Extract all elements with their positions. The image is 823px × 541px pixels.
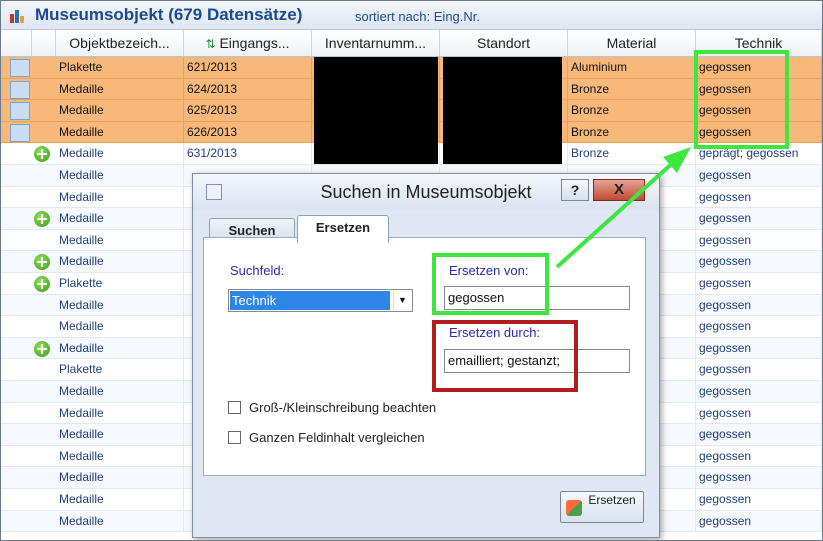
row-selector[interactable] bbox=[10, 80, 30, 99]
highlight-ersetzen-durch bbox=[432, 320, 578, 392]
cell-objektbezeichnung[interactable]: Plakette bbox=[56, 57, 184, 78]
row-selector[interactable] bbox=[10, 102, 30, 121]
dialog-title-bar: Suchen in Museumsobjekt ? X bbox=[193, 174, 659, 210]
cell-material[interactable]: Bronze bbox=[568, 78, 696, 100]
highlight-technik-column bbox=[694, 50, 789, 149]
cell-eingangsnummer[interactable]: 625/2013 bbox=[184, 100, 312, 121]
status-header bbox=[32, 30, 56, 57]
whole-field-checkbox[interactable] bbox=[228, 431, 241, 444]
suchfeld-select[interactable]: Technik ▼ bbox=[228, 289, 413, 312]
cell-technik[interactable]: gegossen bbox=[696, 381, 822, 402]
cell-objektbezeichnung[interactable]: Plakette bbox=[56, 359, 184, 380]
cell-objektbezeichnung[interactable]: Medaille bbox=[56, 489, 184, 510]
cell-objektbezeichnung[interactable]: Medaille bbox=[56, 337, 184, 359]
cell-technik[interactable]: gegossen bbox=[696, 273, 822, 294]
cell-objektbezeichnung[interactable]: Medaille bbox=[56, 294, 184, 316]
row-selector[interactable] bbox=[10, 59, 30, 77]
tab-ersetzen[interactable]: Ersetzen bbox=[297, 215, 389, 243]
cell-technik[interactable]: gegossen bbox=[696, 229, 822, 251]
window-title: Museumsobjekt (679 Datensätze) bbox=[35, 5, 303, 24]
case-sensitive-label: Groß-/Kleinschreibung beachten bbox=[249, 400, 437, 415]
sort-ascending-icon: ⇅ bbox=[205, 37, 216, 51]
cell-objektbezeichnung[interactable]: Medaille bbox=[56, 186, 184, 208]
search-dialog: Suchen in Museumsobjekt ? X Suchen Erset… bbox=[192, 173, 660, 538]
cell-objektbezeichnung[interactable]: Medaille bbox=[56, 143, 184, 164]
plus-icon[interactable] bbox=[34, 211, 50, 228]
column-header-objektbezeichnung[interactable]: Objektbezeich... bbox=[56, 30, 184, 57]
cell-technik[interactable]: gegossen bbox=[696, 208, 822, 229]
cell-objektbezeichnung[interactable]: Plakette bbox=[56, 273, 184, 294]
cell-objektbezeichnung[interactable]: Medaille bbox=[56, 424, 184, 445]
cell-technik[interactable]: gegossen bbox=[696, 402, 822, 424]
cell-objektbezeichnung[interactable]: Medaille bbox=[56, 402, 184, 424]
cell-technik[interactable]: gegossen bbox=[696, 445, 822, 467]
cell-technik[interactable]: gegossen bbox=[696, 251, 822, 272]
column-header-eingangsnummer[interactable]: ⇅ Eingangs... bbox=[184, 30, 312, 57]
suchfeld-label: Suchfeld: bbox=[230, 263, 285, 278]
cell-eingangsnummer[interactable]: 626/2013 bbox=[184, 121, 312, 143]
redacted-inventarnummer bbox=[314, 57, 438, 164]
cell-eingangsnummer[interactable]: 631/2013 bbox=[184, 143, 312, 164]
column-header-eingangsnummer-label: Eingangs... bbox=[219, 35, 290, 51]
cell-objektbezeichnung[interactable]: Medaille bbox=[56, 78, 184, 100]
cell-technik[interactable]: gegossen bbox=[696, 489, 822, 510]
cell-material[interactable]: Bronze bbox=[568, 100, 696, 121]
plus-icon[interactable] bbox=[34, 254, 50, 271]
chart-icon bbox=[10, 10, 24, 23]
highlight-ersetzen-von bbox=[432, 253, 549, 315]
cell-technik[interactable]: gegossen bbox=[696, 165, 822, 186]
plus-icon[interactable] bbox=[34, 276, 50, 292]
cell-technik[interactable]: gegossen bbox=[696, 294, 822, 316]
row-indicator-header bbox=[1, 30, 32, 57]
cell-objektbezeichnung[interactable]: Medaille bbox=[56, 316, 184, 337]
suchfeld-selected-value: Technik bbox=[230, 291, 390, 310]
cell-objektbezeichnung[interactable]: Medaille bbox=[56, 510, 184, 532]
replace-icon bbox=[566, 500, 582, 516]
cell-technik[interactable]: gegossen bbox=[696, 337, 822, 359]
chevron-down-icon[interactable]: ▼ bbox=[393, 291, 411, 310]
cell-material[interactable]: Bronze bbox=[568, 121, 696, 143]
cell-material[interactable]: Aluminium bbox=[568, 57, 696, 78]
column-header-material[interactable]: Material bbox=[568, 30, 696, 57]
redacted-standort bbox=[443, 57, 562, 164]
cell-objektbezeichnung[interactable]: Medaille bbox=[56, 208, 184, 229]
case-sensitive-checkbox[interactable] bbox=[228, 401, 241, 414]
cell-technik[interactable]: gegossen bbox=[696, 186, 822, 208]
row-selector[interactable] bbox=[10, 123, 30, 142]
help-button[interactable]: ? bbox=[561, 179, 589, 201]
close-button[interactable]: X bbox=[593, 179, 645, 201]
cell-technik[interactable]: gegossen bbox=[696, 510, 822, 532]
replace-button[interactable]: Ersetzen bbox=[560, 491, 644, 523]
cell-technik[interactable]: gegossen bbox=[696, 424, 822, 445]
dialog-title: Suchen in Museumsobjekt bbox=[320, 182, 532, 202]
cell-objektbezeichnung[interactable]: Medaille bbox=[56, 165, 184, 186]
cell-objektbezeichnung[interactable]: Medaille bbox=[56, 229, 184, 251]
cell-eingangsnummer[interactable]: 621/2013 bbox=[184, 57, 312, 78]
cell-objektbezeichnung[interactable]: Medaille bbox=[56, 121, 184, 143]
cell-material[interactable]: Bronze bbox=[568, 143, 696, 164]
cell-objektbezeichnung[interactable]: Medaille bbox=[56, 381, 184, 402]
plus-icon[interactable] bbox=[34, 340, 50, 357]
title-bar: Museumsobjekt (679 Datensätze) sortiert … bbox=[1, 1, 822, 30]
cell-objektbezeichnung[interactable]: Medaille bbox=[56, 100, 184, 121]
sort-info: sortiert nach: Eing.Nr. bbox=[355, 9, 480, 24]
cell-technik[interactable]: gegossen bbox=[696, 316, 822, 337]
cell-eingangsnummer[interactable]: 624/2013 bbox=[184, 78, 312, 100]
cell-objektbezeichnung[interactable]: Medaille bbox=[56, 445, 184, 467]
cell-objektbezeichnung[interactable]: Medaille bbox=[56, 251, 184, 272]
cell-technik[interactable]: gegossen bbox=[696, 359, 822, 380]
cell-technik[interactable]: gegossen bbox=[696, 467, 822, 488]
app-window: Museumsobjekt (679 Datensätze) sortiert … bbox=[0, 0, 823, 541]
column-header-standort[interactable]: Standort bbox=[440, 30, 568, 57]
replace-button-label: Ersetzen bbox=[588, 493, 636, 507]
whole-field-label: Ganzen Feldinhalt vergleichen bbox=[249, 430, 425, 445]
column-header-inventarnummer[interactable]: Inventarnumm... bbox=[312, 30, 440, 57]
cell-objektbezeichnung[interactable]: Medaille bbox=[56, 467, 184, 488]
plus-icon[interactable] bbox=[34, 146, 50, 163]
